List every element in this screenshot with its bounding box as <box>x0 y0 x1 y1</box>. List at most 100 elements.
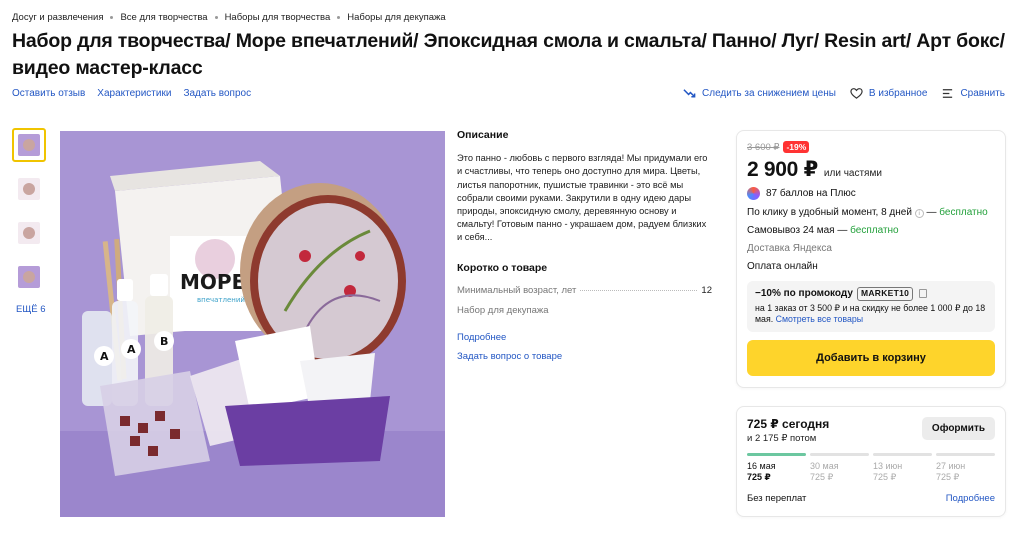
product-photo[interactable]: МОРЕ впечатлений A A B <box>60 131 445 517</box>
breadcrumb-item[interactable]: Досуг и развлечения <box>12 12 103 23</box>
copy-icon[interactable] <box>919 289 928 299</box>
more-details-link[interactable]: Подробнее <box>457 331 712 344</box>
split-progress-segment <box>810 453 869 456</box>
info-icon[interactable]: i <box>914 209 924 218</box>
installments-label[interactable]: или частями <box>824 168 882 179</box>
split-progress <box>747 453 995 456</box>
schedule-amount: 725 ₽ <box>873 472 897 482</box>
box-logo-text: МОРЕ <box>180 270 245 294</box>
heart-icon <box>850 88 863 99</box>
breadcrumb-separator <box>110 16 114 19</box>
ask-about-product-link[interactable]: Задать вопрос о товаре <box>457 350 712 363</box>
description-text: Это панно - любовь с первого взгляда! Мы… <box>457 153 708 243</box>
spec-type: Набор для декупажа <box>457 305 549 317</box>
payment-method: Оплата онлайн <box>747 261 818 272</box>
ask-question-link[interactable]: Задать вопрос <box>183 88 251 99</box>
delivery-click-text: По клику в удобный момент, 8 дней <box>747 207 912 218</box>
short-heading: Коротко о товаре <box>457 261 548 274</box>
promo-code[interactable]: MARKET10 <box>856 287 914 301</box>
delivery-by: Доставка Яндекса <box>747 243 832 254</box>
pickup-line: Самовывоз 24 мая — бесплатно <box>747 225 899 236</box>
plus-icon <box>747 187 760 200</box>
spec-label: Минимальный возраст, лет <box>457 284 577 296</box>
schedule-amount: 725 ₽ <box>936 472 960 482</box>
promo-title: −10% по промокоду <box>755 288 853 299</box>
thumbnail-image <box>18 266 40 288</box>
old-price-row: 3 600 ₽ -19% <box>747 141 995 153</box>
favorite-label: В избранное <box>868 88 928 99</box>
spec-dots <box>580 289 698 291</box>
plus-points-text: 87 баллов на Плюс <box>766 188 856 199</box>
breadcrumb-separator <box>214 16 218 19</box>
plus-points: 87 баллов на Плюс <box>747 187 995 200</box>
split-then: и 2 175 ₽ потом <box>747 433 817 444</box>
split-schedule: 16 мая 725 ₽ 30 мая 725 ₽ 13 июн 725 ₽ 2… <box>747 461 995 483</box>
split-progress-segment <box>747 453 806 456</box>
schedule-date: 27 июн <box>936 461 966 471</box>
bottle-a2-label: A <box>127 343 136 356</box>
old-price: 3 600 ₽ <box>747 141 780 153</box>
leave-review-link[interactable]: Оставить отзыв <box>12 88 85 99</box>
page-title: Набор для творчества/ Море впечатлений/ … <box>12 30 1005 79</box>
split-progress-segment <box>936 453 995 456</box>
discount-badge: -19% <box>783 141 810 153</box>
split-more-link[interactable]: Подробнее <box>946 493 995 504</box>
pickup-text: Самовывоз 24 мая <box>747 225 835 236</box>
split-header: 725 ₽ сегодня и 2 175 ₽ потом Оформить <box>747 417 995 444</box>
box-logo-subtext: впечатлений <box>197 296 245 304</box>
compare-label: Сравнить <box>960 88 1005 99</box>
breadcrumb-item[interactable]: Наборы для творчества <box>225 12 331 23</box>
breadcrumb-item[interactable]: Наборы для декупажа <box>347 12 445 23</box>
split-footer: Без переплат Подробнее <box>747 493 995 504</box>
compare-button[interactable]: Сравнить <box>941 87 1005 100</box>
product-toolbar: Следить за снижением цены В избранное Ср… <box>683 87 1005 100</box>
bottle-a-label: A <box>100 350 109 363</box>
delivery-click-price: бесплатно <box>939 207 988 218</box>
compare-icon <box>943 89 953 98</box>
schedule-date: 30 мая <box>810 461 839 471</box>
promo-block: −10% по промокоду MARKET10 на 1 заказ от… <box>747 281 995 332</box>
favorite-button[interactable]: В избранное <box>850 87 928 100</box>
more-photos-link[interactable]: ЕЩЁ 6 <box>16 304 48 315</box>
bottle-b-label: B <box>160 335 168 348</box>
thumbnail[interactable] <box>12 128 46 162</box>
thumbnail-list: ЕЩЁ 6 <box>12 128 48 315</box>
specs-link[interactable]: Характеристики <box>97 88 171 99</box>
schedule-item: 16 мая 725 ₽ <box>747 461 806 483</box>
follow-price-button[interactable]: Следить за снижением цены <box>683 87 836 100</box>
spec-value: 12 <box>701 284 712 296</box>
schedule-amount: 725 ₽ <box>810 472 834 482</box>
schedule-date: 16 мая <box>747 461 776 471</box>
schedule-date: 13 июн <box>873 461 903 471</box>
current-price: 2 900 ₽ <box>747 158 818 181</box>
breadcrumb-separator <box>337 16 341 19</box>
add-to-cart-button[interactable]: Добавить в корзину <box>747 339 995 376</box>
thumbnail[interactable] <box>12 172 46 206</box>
schedule-item: 13 июн 725 ₽ <box>873 461 932 483</box>
schedule-amount: 725 ₽ <box>747 472 771 482</box>
split-progress-segment <box>873 453 932 456</box>
product-illustration: МОРЕ впечатлений A A B <box>60 131 445 517</box>
price-row: 2 900 ₽ или частями <box>747 157 995 182</box>
split-checkout-button[interactable]: Оформить <box>921 417 995 440</box>
product-actions: Оставить отзыв Характеристики Задать воп… <box>12 88 251 99</box>
breadcrumb: Досуг и развлечения Все для творчества Н… <box>12 12 446 23</box>
spec-row: Минимальный возраст, лет 12 <box>457 284 712 297</box>
pickup-price: бесплатно <box>850 225 899 236</box>
promo-all-products-link[interactable]: Смотреть все товары <box>776 314 864 324</box>
thumbnail-image <box>18 178 40 200</box>
follow-price-label: Следить за снижением цены <box>702 88 836 99</box>
schedule-item: 30 мая 725 ₽ <box>810 461 869 483</box>
description-section: Описание Это панно - любовь с первого вз… <box>457 129 712 370</box>
thumbnail-image <box>18 222 40 244</box>
breadcrumb-item[interactable]: Все для творчества <box>120 12 207 23</box>
no-overpay-label: Без переплат <box>747 493 807 504</box>
thumbnail[interactable] <box>12 216 46 250</box>
price-down-icon <box>683 89 696 98</box>
split-today: 725 ₽ сегодня <box>747 417 830 431</box>
thumbnail[interactable] <box>12 260 46 294</box>
thumbnail-image <box>18 134 40 156</box>
schedule-item: 27 июн 725 ₽ <box>936 461 995 483</box>
description-heading: Описание <box>457 129 509 141</box>
promo-title-row: −10% по промокоду MARKET10 <box>755 287 987 301</box>
